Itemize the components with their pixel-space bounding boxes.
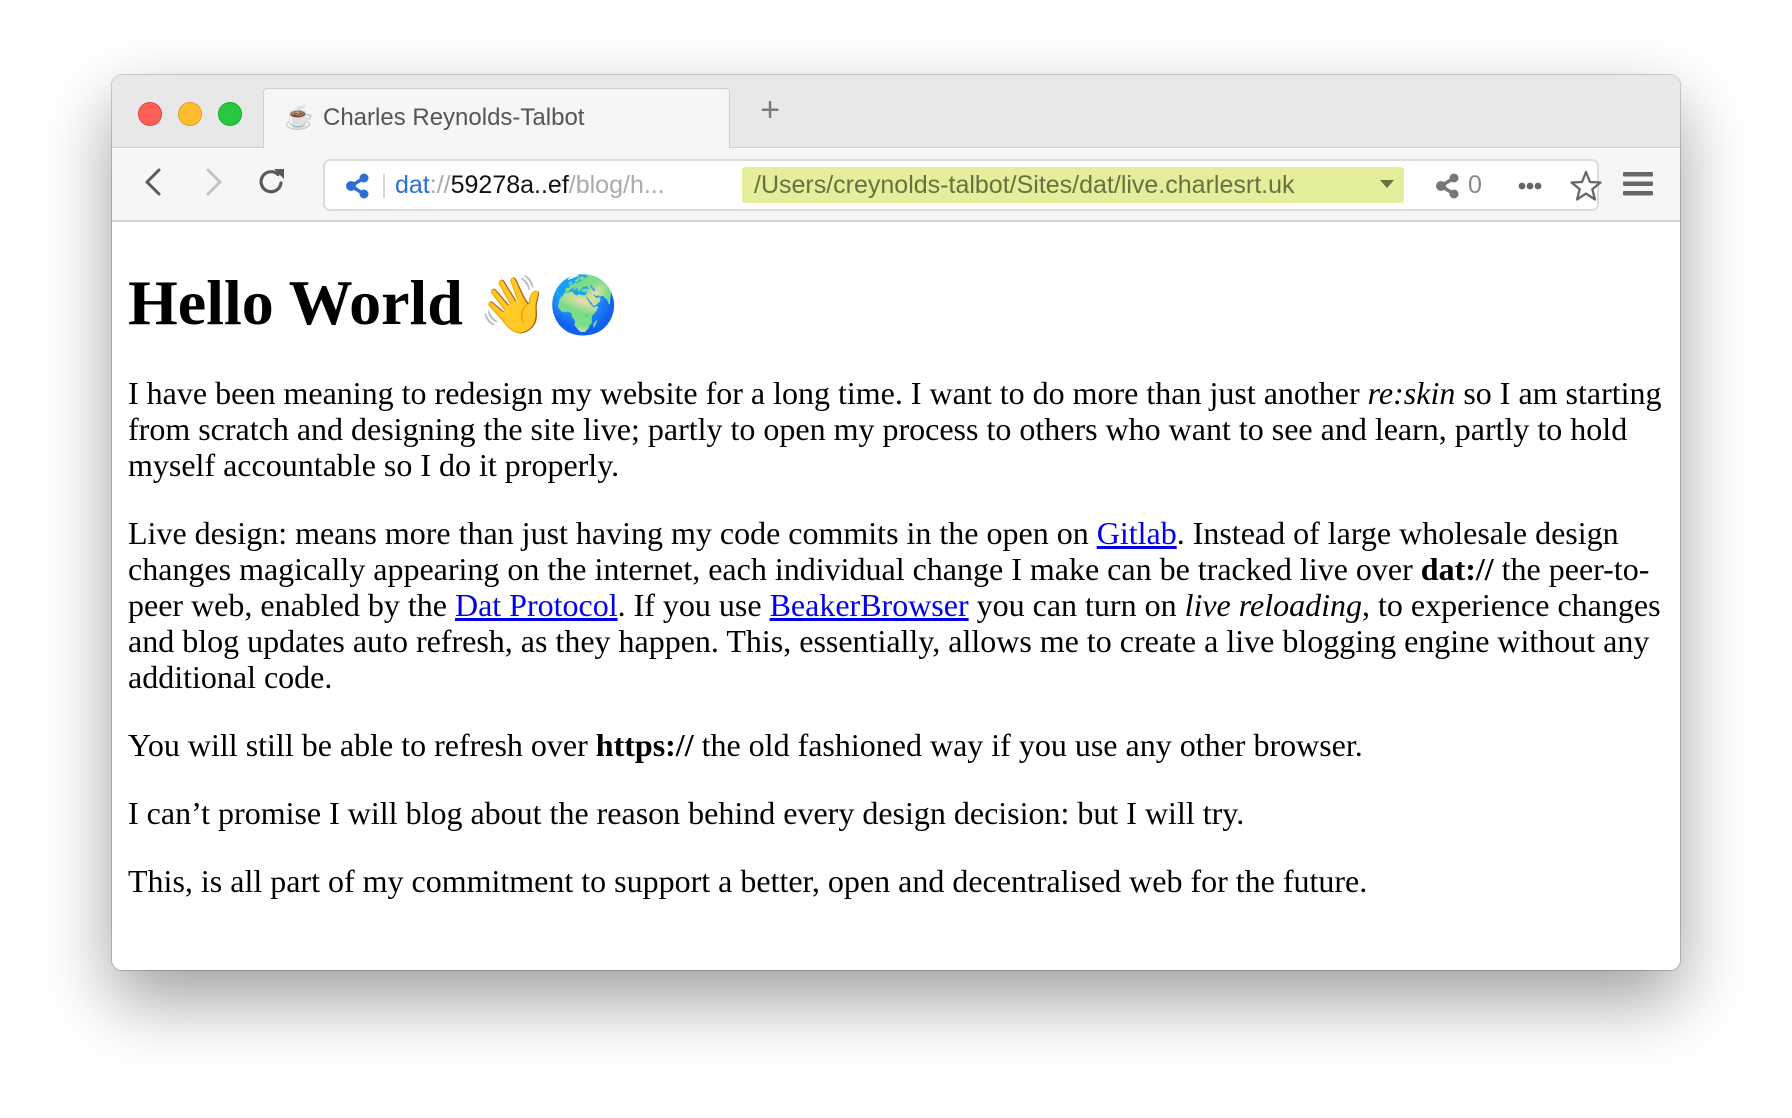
- paragraph-https: You will still be able to refresh over h…: [128, 727, 1664, 763]
- url-divider: [383, 174, 385, 198]
- url-scheme: dat: [395, 171, 430, 199]
- local-folder-dropdown[interactable]: /Users/creynolds-talbot/Sites/dat/live.c…: [742, 167, 1404, 203]
- paragraph-intro: I have been meaning to redesign my websi…: [128, 375, 1664, 483]
- paragraph-live-design: Live design: means more than just having…: [128, 515, 1664, 695]
- back-arrow-icon: [145, 168, 161, 196]
- tab-strip: ☕ Charles Reynolds-Talbot +: [112, 75, 1680, 148]
- coffee-favicon-icon: ☕: [284, 104, 314, 131]
- back-button[interactable]: [133, 162, 173, 202]
- heading-text: Hello World: [128, 267, 479, 338]
- strong-https: https://: [595, 727, 694, 763]
- tab-active[interactable]: ☕ Charles Reynolds-Talbot: [263, 88, 730, 148]
- tab-title: Charles Reynolds-Talbot: [323, 104, 585, 131]
- emphasis-reskin: re:skin: [1367, 375, 1456, 411]
- close-window-button[interactable]: [138, 102, 162, 126]
- text: the old fashioned way if you use any oth…: [693, 727, 1363, 763]
- paragraph-promise: I can’t promise I will blog about the re…: [128, 795, 1245, 831]
- text: you can turn on: [968, 587, 1185, 623]
- page-content: Hello World 👋🌍 I have been meaning to re…: [112, 223, 1680, 970]
- url-host: 59278a..ef: [450, 171, 569, 199]
- new-tab-button[interactable]: +: [756, 93, 784, 127]
- reload-icon: [259, 169, 284, 194]
- text: Live design: means more than just having…: [128, 515, 1097, 551]
- reload-button[interactable]: [252, 162, 292, 202]
- beaker-browser-link[interactable]: BeakerBrowser: [770, 587, 969, 623]
- bookmark-star-icon[interactable]: [1569, 169, 1603, 203]
- forward-button[interactable]: [194, 162, 234, 202]
- caret-down-icon: [1380, 180, 1394, 188]
- text: . If you use: [617, 587, 770, 623]
- browser-window: ☕ Charles Reynolds-Talbot + dat://59278a…: [112, 75, 1680, 970]
- text: I have been meaning to redesign my websi…: [128, 375, 1368, 411]
- gitlab-link[interactable]: Gitlab: [1097, 515, 1177, 551]
- address-bar[interactable]: dat://59278a..ef/blog/h... /Users/creyno…: [323, 159, 1602, 211]
- emphasis-live-reloading: live reloading: [1184, 587, 1362, 623]
- page-heading: Hello World 👋🌍: [128, 266, 1664, 343]
- url-path: /blog/h...: [568, 171, 665, 199]
- zoom-window-button[interactable]: [218, 102, 242, 126]
- forward-arrow-icon: [206, 168, 222, 196]
- share-network-icon[interactable]: [345, 173, 371, 199]
- peers-share-icon[interactable]: [1435, 173, 1461, 199]
- url-text[interactable]: dat://59278a..ef/blog/h...: [395, 170, 665, 200]
- url-separator: ://: [429, 171, 451, 199]
- hamburger-menu-icon[interactable]: [1622, 171, 1654, 197]
- dat-protocol-link[interactable]: Dat Protocol: [455, 587, 618, 623]
- peer-count: 0: [1468, 171, 1482, 199]
- minimize-window-button[interactable]: [178, 102, 202, 126]
- navigation-toolbar: dat://59278a..ef/blog/h... /Users/creyno…: [112, 148, 1680, 222]
- local-folder-path: /Users/creynolds-talbot/Sites/dat/live.c…: [754, 171, 1295, 199]
- text: You will still be able to refresh over: [128, 727, 596, 763]
- wave-globe-emoji-icon: 👋🌍: [478, 273, 619, 338]
- strong-dat: dat://: [1420, 551, 1494, 587]
- paragraph-commitment: This, is all part of my commitment to su…: [128, 863, 1368, 899]
- more-dots-icon[interactable]: [1515, 172, 1545, 200]
